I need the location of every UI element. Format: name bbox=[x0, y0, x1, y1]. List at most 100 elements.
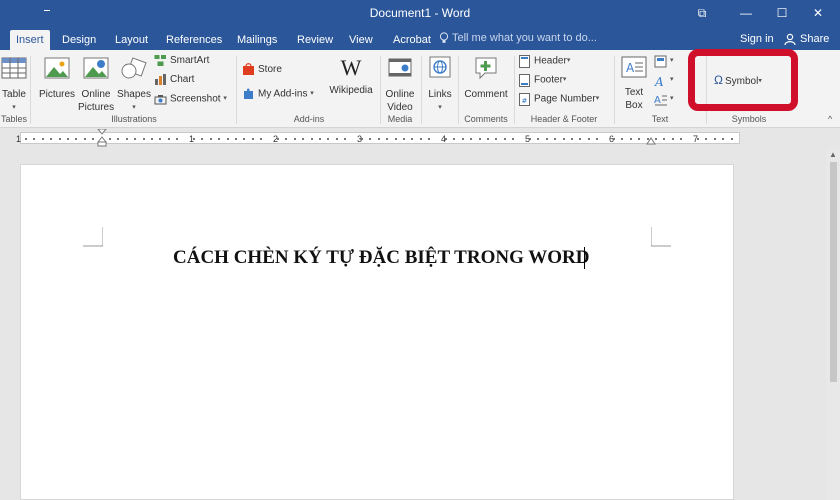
drop-cap-icon: A bbox=[654, 95, 667, 106]
ruler-tick bbox=[512, 138, 515, 140]
chart-button[interactable]: Chart bbox=[154, 72, 194, 88]
drop-cap-button[interactable]: A ▾ bbox=[654, 91, 674, 107]
ruler-tick bbox=[75, 138, 78, 140]
group-label-addins: Add-ins bbox=[293, 114, 325, 124]
ruler-tick bbox=[310, 138, 313, 140]
right-indent-marker[interactable] bbox=[646, 135, 656, 145]
tab-view[interactable]: View bbox=[343, 30, 379, 50]
ruler-tick bbox=[680, 138, 683, 140]
smartart-button[interactable]: SmartArt bbox=[154, 53, 209, 69]
crop-mark-top-right bbox=[651, 227, 671, 247]
ruler-tick bbox=[621, 138, 624, 140]
left-indent-marker[interactable] bbox=[97, 129, 107, 147]
ruler-tick bbox=[361, 138, 363, 140]
close-icon[interactable]: ✕ bbox=[808, 4, 828, 22]
tab-design[interactable]: Design bbox=[56, 30, 102, 50]
ruler-tick bbox=[722, 138, 725, 140]
ruler-tick bbox=[453, 138, 456, 140]
ruler-tick bbox=[134, 138, 137, 140]
text-box-label-line2: Box bbox=[625, 100, 643, 111]
ruler-tick bbox=[503, 138, 506, 140]
my-addins-dropdown-caret: ▾ bbox=[310, 90, 314, 97]
vertical-scrollbar[interactable]: ▲ bbox=[826, 148, 840, 500]
tab-review[interactable]: Review bbox=[291, 30, 339, 50]
comment-label: Comment bbox=[464, 89, 508, 100]
ruler-tick bbox=[613, 138, 615, 140]
footer-button[interactable]: Footer▾ bbox=[518, 72, 566, 88]
ruler-tick bbox=[33, 138, 36, 140]
document-heading[interactable]: CÁCH CHÈN KÝ TỰ ĐẶC BIỆT TRONG WORD bbox=[173, 247, 589, 269]
svg-text:A: A bbox=[626, 61, 635, 75]
page-number-button[interactable]: # Page Number▾ bbox=[518, 91, 599, 107]
ruler-tick bbox=[201, 138, 204, 140]
minimize-icon[interactable]: — bbox=[736, 4, 756, 22]
ruler-tick bbox=[117, 138, 120, 140]
wikipedia-button[interactable]: W Wikipedia bbox=[326, 54, 376, 97]
links-button[interactable]: Links ▾ bbox=[424, 54, 456, 114]
comment-icon bbox=[475, 57, 497, 80]
document-page[interactable]: CÁCH CHÈN KÝ TỰ ĐẶC BIỆT TRONG WORD bbox=[20, 164, 734, 500]
comment-button[interactable]: Comment bbox=[460, 54, 512, 101]
ruler-tick bbox=[529, 138, 531, 140]
online-video-label-line2: Video bbox=[387, 102, 413, 113]
scrollbar-thumb[interactable] bbox=[830, 162, 837, 382]
ruler-tick bbox=[537, 138, 540, 140]
ruler-tick bbox=[579, 138, 582, 140]
smartart-label: SmartArt bbox=[170, 55, 210, 66]
crop-mark-top-left bbox=[83, 227, 103, 247]
horizontal-ruler[interactable]: 1 1 2 3 4 5 6 7 bbox=[0, 129, 840, 147]
share-button[interactable]: Share bbox=[784, 30, 829, 48]
shapes-button[interactable]: Shapes ▾ bbox=[116, 54, 152, 114]
svg-text:#: # bbox=[522, 97, 528, 105]
ruler-tick bbox=[151, 138, 153, 140]
ruler-tick bbox=[50, 138, 53, 140]
ruler-tick bbox=[461, 138, 464, 140]
ruler-tick bbox=[109, 138, 111, 140]
screenshot-button[interactable]: Screenshot ▾ bbox=[154, 91, 227, 107]
title-bar: Document1 - Word ⧉ — ☐ ✕ bbox=[0, 0, 840, 28]
tab-layout[interactable]: Layout bbox=[109, 30, 154, 50]
wikipedia-label: Wikipedia bbox=[329, 85, 373, 96]
my-addins-label: My Add-ins bbox=[258, 88, 308, 100]
text-box-button[interactable]: A Text Box bbox=[618, 54, 650, 112]
tell-me-box[interactable]: Tell me what you want to do... bbox=[439, 32, 597, 44]
group-label-media: Media bbox=[387, 114, 413, 124]
ruler-tick bbox=[176, 138, 179, 140]
group-label-comments: Comments bbox=[464, 114, 508, 124]
ribbon-tabs: Insert Design Layout References Mailings… bbox=[0, 28, 840, 50]
tab-references[interactable]: References bbox=[160, 30, 228, 50]
tab-acrobat[interactable]: Acrobat bbox=[387, 30, 437, 50]
table-button[interactable]: Table ▾ bbox=[0, 54, 28, 114]
table-label: Table bbox=[2, 89, 26, 100]
scroll-up-icon[interactable]: ▲ bbox=[829, 150, 837, 159]
tab-mailings[interactable]: Mailings bbox=[231, 30, 283, 50]
group-label-header-footer: Header & Footer bbox=[530, 114, 598, 124]
online-pictures-button[interactable]: Online Pictures bbox=[78, 54, 114, 114]
online-pictures-label-line2: Pictures bbox=[78, 102, 115, 113]
group-divider bbox=[614, 56, 615, 124]
shapes-label: Shapes bbox=[117, 89, 151, 100]
online-video-button[interactable]: Online Video bbox=[382, 54, 418, 114]
chart-label: Chart bbox=[170, 74, 195, 85]
pictures-button[interactable]: Pictures bbox=[36, 54, 78, 101]
ribbon-display-options-icon[interactable]: ⧉ bbox=[692, 4, 712, 22]
wordart-button[interactable]: A ▾ bbox=[654, 72, 674, 88]
quick-parts-icon bbox=[654, 55, 667, 67]
collapse-ribbon-icon[interactable]: ^ bbox=[828, 114, 832, 124]
sign-in-link[interactable]: Sign in bbox=[740, 33, 774, 45]
header-button[interactable]: Header▾ bbox=[518, 53, 570, 69]
maximize-icon[interactable]: ☐ bbox=[772, 4, 792, 22]
online-video-label-line1: Online bbox=[385, 89, 415, 100]
store-button[interactable]: Store bbox=[242, 62, 282, 78]
quick-parts-button[interactable]: ▾ bbox=[654, 53, 674, 69]
tab-insert[interactable]: Insert bbox=[10, 30, 50, 50]
ruler-tick bbox=[377, 138, 380, 140]
group-divider bbox=[380, 56, 381, 124]
smartart-icon bbox=[154, 54, 166, 66]
group-label-text: Text bbox=[651, 114, 669, 124]
ruler-tick bbox=[403, 138, 405, 140]
text-cursor bbox=[584, 247, 585, 269]
my-addins-button[interactable]: My Add-ins ▾ bbox=[242, 86, 314, 102]
ruler-tick bbox=[218, 138, 221, 140]
ruler-tick bbox=[209, 138, 212, 140]
